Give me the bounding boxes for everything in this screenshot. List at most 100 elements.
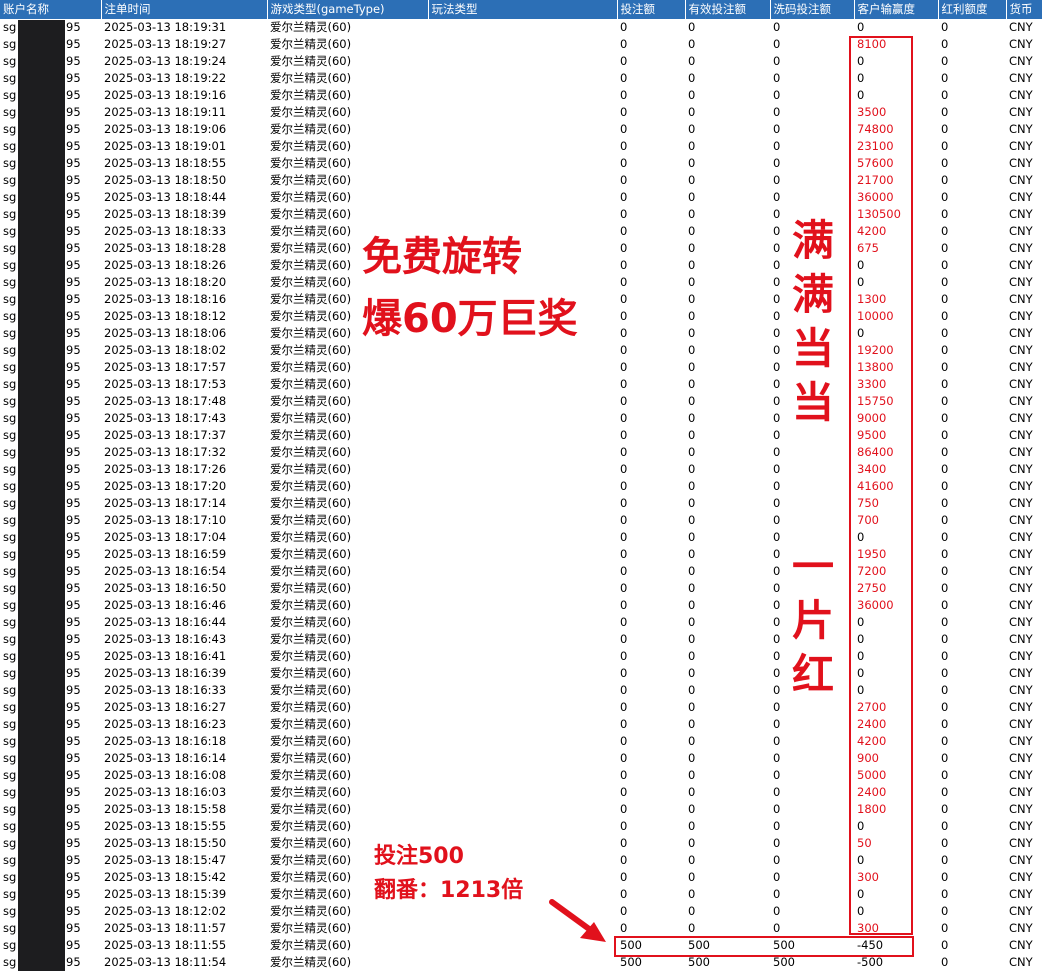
wash-bet-cell: 0 <box>773 734 781 748</box>
valid-bet-cell: 0 <box>688 479 696 493</box>
game-type-cell: 爱尔兰精灵(60) <box>270 496 352 510</box>
play-type-cell <box>428 359 617 376</box>
currency-cell: CNY <box>1009 343 1033 357</box>
bet-time-cell: 2025-03-13 18:17:32 <box>104 445 227 459</box>
currency-cell: CNY <box>1009 938 1033 952</box>
wash-bet-cell: 0 <box>773 887 781 901</box>
account-prefix: sg <box>3 190 17 204</box>
bonus-cell: 0 <box>941 207 949 221</box>
account-prefix: sg <box>3 479 17 493</box>
headline-line1: 免费旋转 <box>362 234 522 280</box>
game-type-cell: 爱尔兰精灵(60) <box>270 122 352 136</box>
bonus-cell: 0 <box>941 37 949 51</box>
bet-cell: 0 <box>620 428 628 442</box>
account-suffix: 95 <box>66 207 81 221</box>
bonus-cell: 0 <box>941 428 949 442</box>
account-suffix: 95 <box>66 190 81 204</box>
bonus-cell: 0 <box>941 564 949 578</box>
bet-cell: 0 <box>620 462 628 476</box>
bet-cell: 0 <box>620 173 628 187</box>
header-play-type: 玩法类型 <box>428 0 618 19</box>
valid-bet-cell: 0 <box>688 54 696 68</box>
account-suffix: 95 <box>66 54 81 68</box>
game-type-cell: 爱尔兰精灵(60) <box>270 921 352 935</box>
bet-time-cell: 2025-03-13 18:18:28 <box>104 241 227 255</box>
currency-cell: CNY <box>1009 411 1033 425</box>
bet-cell: 0 <box>620 802 628 816</box>
currency-cell: CNY <box>1009 921 1033 935</box>
bet-cell: 0 <box>620 411 628 425</box>
bet-time-cell: 2025-03-13 18:19:01 <box>104 139 227 153</box>
play-type-cell <box>428 172 617 189</box>
bonus-cell: 0 <box>941 700 949 714</box>
play-type-cell <box>428 648 617 665</box>
bonus-cell: 0 <box>941 734 949 748</box>
bonus-cell: 0 <box>941 683 949 697</box>
wash-bet-cell: 0 <box>773 71 781 85</box>
account-prefix: sg <box>3 445 17 459</box>
play-type-cell <box>428 682 617 699</box>
play-type-cell <box>428 70 617 87</box>
wash-bet-cell: 0 <box>773 717 781 731</box>
bonus-cell: 0 <box>941 768 949 782</box>
bet-time-cell: 2025-03-13 18:15:50 <box>104 836 227 850</box>
valid-bet-cell: 0 <box>688 20 696 34</box>
valid-bet-cell: 0 <box>688 360 696 374</box>
account-prefix: sg <box>3 564 17 578</box>
bonus-cell: 0 <box>941 666 949 680</box>
game-type-cell: 爱尔兰精灵(60) <box>270 105 352 119</box>
game-type-cell: 爱尔兰精灵(60) <box>270 71 352 85</box>
bet-cell: 0 <box>620 768 628 782</box>
bonus-cell: 0 <box>941 615 949 629</box>
bonus-cell: 0 <box>941 513 949 527</box>
play-type-cell <box>428 461 617 478</box>
currency-cell: CNY <box>1009 819 1033 833</box>
valid-bet-cell: 0 <box>688 853 696 867</box>
bet-time-cell: 2025-03-13 18:16:54 <box>104 564 227 578</box>
currency-cell: CNY <box>1009 547 1033 561</box>
account-suffix: 95 <box>66 241 81 255</box>
valid-bet-cell: 0 <box>688 241 696 255</box>
account-suffix: 95 <box>66 564 81 578</box>
bet-cell: 0 <box>620 88 628 102</box>
currency-cell: CNY <box>1009 360 1033 374</box>
account-suffix: 95 <box>66 768 81 782</box>
wash-bet-cell: 0 <box>773 768 781 782</box>
vertical-caption-2: 一片红 <box>791 542 834 699</box>
bet-cell: 0 <box>620 326 628 340</box>
bonus-cell: 0 <box>941 156 949 170</box>
bet-cell: 0 <box>620 700 628 714</box>
play-type-cell <box>428 614 617 631</box>
currency-cell: CNY <box>1009 292 1033 306</box>
wash-bet-cell: 0 <box>773 819 781 833</box>
wash-bet-cell: 0 <box>773 462 781 476</box>
bonus-cell: 0 <box>941 360 949 374</box>
play-type-cell <box>428 818 617 835</box>
account-prefix: sg <box>3 343 17 357</box>
currency-cell: CNY <box>1009 258 1033 272</box>
valid-bet-cell: 0 <box>688 343 696 357</box>
currency-cell: CNY <box>1009 88 1033 102</box>
currency-cell: CNY <box>1009 785 1033 799</box>
account-prefix: sg <box>3 88 17 102</box>
bet-time-cell: 2025-03-13 18:16:08 <box>104 768 227 782</box>
currency-cell: CNY <box>1009 887 1033 901</box>
wash-bet-cell: 0 <box>773 785 781 799</box>
wash-bet-cell: 0 <box>773 751 781 765</box>
bet-time-cell: 2025-03-13 18:18:02 <box>104 343 227 357</box>
game-type-cell: 爱尔兰精灵(60) <box>270 394 352 408</box>
game-type-cell: 爱尔兰精灵(60) <box>270 462 352 476</box>
wash-bet-cell: 0 <box>773 88 781 102</box>
account-suffix: 95 <box>66 462 81 476</box>
bet-cell: 0 <box>620 377 628 391</box>
play-type-cell <box>428 87 617 104</box>
bet-time-cell: 2025-03-13 18:19:11 <box>104 105 227 119</box>
header-bet: 投注额 <box>617 0 686 19</box>
bet-time-cell: 2025-03-13 18:15:58 <box>104 802 227 816</box>
account-suffix: 95 <box>66 785 81 799</box>
account-prefix: sg <box>3 785 17 799</box>
bet-cell: 0 <box>620 615 628 629</box>
account-prefix: sg <box>3 292 17 306</box>
play-type-cell <box>428 121 617 138</box>
winloss-highlight-box <box>849 36 913 935</box>
